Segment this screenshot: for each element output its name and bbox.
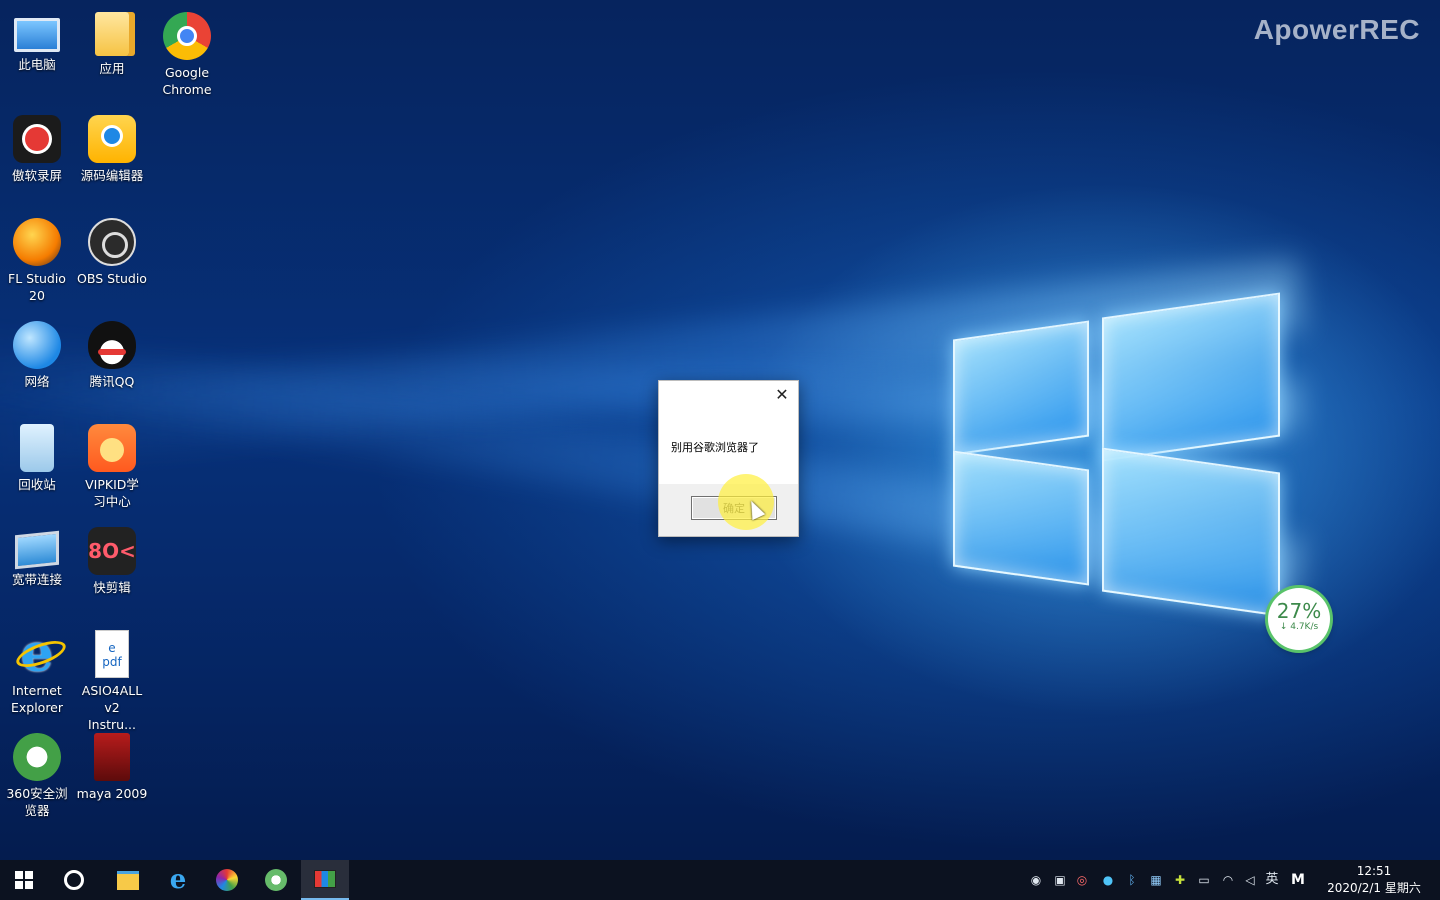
start-button[interactable]	[0, 860, 48, 900]
desktop-icon-code-editor[interactable]: 源码编辑器	[75, 107, 149, 184]
watermark: ApowerREC	[1253, 14, 1420, 45]
ie-icon: e	[169, 865, 187, 895]
desktop-icon-vipkid[interactable]: VIPKID学习中心	[75, 416, 149, 510]
desktop-icon-broadband[interactable]: 宽带连接	[0, 519, 74, 588]
devices-icon[interactable]: ▣	[1052, 872, 1068, 888]
close-icon[interactable]: ✕	[774, 387, 790, 403]
screen-recorder-icon	[13, 115, 61, 163]
quick-edit-tray-icon[interactable]: ◎	[1074, 872, 1090, 888]
desktop-icon-apps[interactable]: 应用	[75, 4, 149, 77]
taskbar-active-app[interactable]	[301, 860, 349, 900]
clock[interactable]: 12:51 2020/2/1 星期六	[1324, 863, 1424, 897]
skype-icon[interactable]: ●	[1100, 872, 1116, 888]
desktop-icon-obs[interactable]: OBS Studio	[75, 210, 149, 287]
recycle-bin-icon	[20, 424, 54, 472]
desktop-icon-chrome[interactable]: Google Chrome	[150, 4, 224, 98]
folder-icon	[95, 12, 129, 56]
network-monitor-icon[interactable]: ▦	[1148, 872, 1164, 888]
chrome-icon	[163, 12, 211, 60]
usage-percent: 27%	[1276, 599, 1322, 623]
360-browser-icon	[13, 733, 61, 781]
desktop-icon-360-browser[interactable]: 360安全浏览器	[0, 725, 74, 819]
maya-icon	[94, 733, 130, 781]
desktop-icon-qq[interactable]: 腾讯QQ	[75, 313, 149, 390]
windows-logo-wallpaper	[945, 285, 1285, 617]
task-view-icon	[64, 870, 84, 890]
active-app-icon	[314, 870, 336, 888]
network-icon	[13, 321, 61, 369]
pdf-icon: e pdf	[95, 630, 129, 678]
broadband-icon	[15, 530, 59, 570]
taskbar-file-explorer[interactable]	[104, 860, 152, 900]
color-app-icon	[216, 869, 238, 891]
desktop-icon-maya[interactable]: maya 2009	[75, 725, 149, 802]
system-tray: ◉ ▣ ◎ ● ᛒ ▦ ✚ ▭ ◠ ◁ 英 M 12:51 2020/2/1 星…	[1020, 860, 1440, 900]
desktop-icon-asio4all[interactable]: e pdf ASIO4ALL v2 Instru...	[75, 622, 149, 733]
360-browser-icon	[265, 869, 287, 891]
file-explorer-icon	[117, 870, 139, 890]
camera-icon[interactable]: ◉	[1028, 872, 1044, 888]
ie-icon: e	[13, 628, 61, 680]
download-speed: ↓ 4.7K/s	[1279, 622, 1319, 632]
plus-app-icon[interactable]: ✚	[1172, 872, 1188, 888]
code-editor-icon	[88, 115, 136, 163]
desktop-icon-this-pc[interactable]: 此电脑	[0, 4, 74, 73]
quick-edit-icon: 8O<	[88, 527, 136, 575]
network-speed-widget[interactable]: 27% ↓ 4.7K/s	[1268, 588, 1330, 650]
mute-volume-icon[interactable]: ◁	[1242, 872, 1258, 888]
fl-studio-icon	[13, 218, 61, 266]
task-view-button[interactable]	[50, 860, 98, 900]
start-icon	[15, 871, 33, 889]
battery-icon[interactable]: ▭	[1196, 872, 1212, 888]
taskbar-internet-explorer[interactable]: e	[154, 860, 202, 900]
taskbar-360-browser[interactable]	[252, 860, 300, 900]
taskbar-color-app[interactable]	[203, 860, 251, 900]
qq-icon	[88, 321, 136, 369]
wifi-icon[interactable]: ◠	[1220, 872, 1236, 888]
desktop-icon-quick-edit[interactable]: 8O< 快剪辑	[75, 519, 149, 596]
taskbar: e ◉ ▣ ◎ ● ᛒ ▦ ✚ ▭ ◠ ◁ 英 M 12:51 2020/2/1…	[0, 860, 1440, 900]
desktop-icon-fl-studio[interactable]: FL Studio 20	[0, 210, 74, 304]
clock-time: 12:51	[1356, 864, 1392, 878]
desktop-icon-screen-recorder[interactable]: 傲软录屏	[0, 107, 74, 184]
m-app-icon[interactable]: M	[1290, 872, 1306, 888]
dialog-message: 别用谷歌浏览器了	[671, 441, 759, 454]
obs-icon	[88, 218, 136, 266]
desktop-icon-recycle-bin[interactable]: 回收站	[0, 416, 74, 493]
this-pc-icon	[14, 18, 60, 52]
bluetooth-icon[interactable]: ᛒ	[1124, 872, 1140, 888]
clock-date: 2020/2/1 星期六	[1327, 881, 1421, 895]
desktop-icon-network[interactable]: 网络	[0, 313, 74, 390]
desktop-icon-internet-explorer[interactable]: e Internet Explorer	[0, 622, 74, 716]
vipkid-icon	[88, 424, 136, 472]
input-method-label[interactable]: 英	[1264, 872, 1280, 888]
